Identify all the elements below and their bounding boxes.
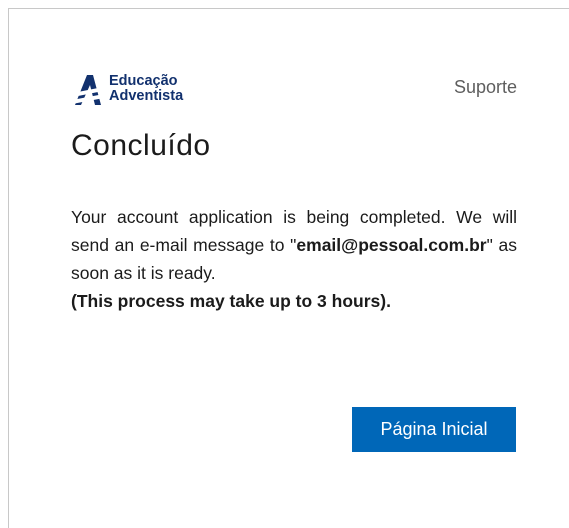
brand-logo: Educação Adventista <box>71 71 183 107</box>
home-page-button[interactable]: Página Inicial <box>352 407 516 452</box>
card-header: Educação Adventista Suporte <box>71 71 517 111</box>
support-link[interactable]: Suporte <box>454 77 517 98</box>
brand-name-line2: Adventista <box>109 88 184 104</box>
brand-name: Educação Adventista <box>109 74 183 104</box>
processing-notice: (This process may take up to 3 hours). <box>71 291 391 311</box>
completion-card: Educação Adventista Suporte Concluído Yo… <box>8 8 569 528</box>
completion-message: Your account application is being comple… <box>71 203 517 315</box>
message-email: email@pessoal.com.br <box>296 235 487 255</box>
brand-name-line1: Educação <box>109 73 178 89</box>
educacao-adventista-logo-icon <box>72 75 104 105</box>
page-title: Concluído <box>71 129 211 162</box>
